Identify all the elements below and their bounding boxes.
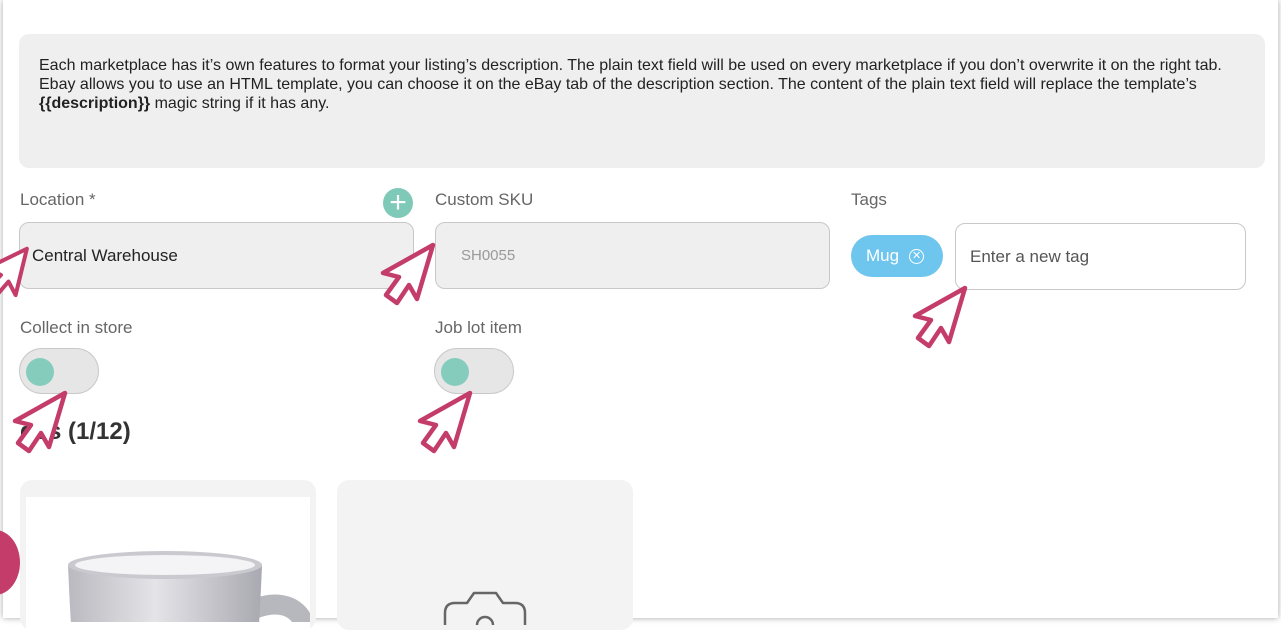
custom-sku-input[interactable]: SH0055: [435, 222, 830, 289]
location-value: Central Warehouse: [32, 245, 178, 265]
tag-chip-mug: Mug ✕: [851, 235, 943, 277]
camera-icon: [443, 591, 527, 625]
pointer-cursor-icon: [12, 390, 68, 454]
magic-string: {{description}}: [39, 95, 151, 112]
info-text-2-suffix: magic string if it has any.: [150, 95, 330, 112]
toggle-knob: [26, 358, 54, 386]
plus-icon: +: [389, 186, 407, 219]
image-card-mug[interactable]: [20, 480, 316, 637]
new-tag-input[interactable]: Enter a new tag: [955, 223, 1246, 290]
mug-icon: [68, 551, 315, 637]
add-location-button[interactable]: +: [383, 188, 413, 218]
tag-chip-label: Mug: [866, 246, 900, 265]
location-select[interactable]: Central Warehouse: [19, 222, 414, 289]
info-text-1: Each marketplace has it’s own features t…: [39, 57, 1222, 74]
job-lot-item-label: Job lot item: [435, 318, 522, 337]
custom-sku-label: Custom SKU: [435, 190, 534, 209]
description-info-box: Each marketplace has it’s own features t…: [19, 34, 1265, 168]
toggle-knob: [441, 358, 469, 386]
new-tag-placeholder: Enter a new tag: [970, 246, 1090, 266]
info-text-2-prefix: Ebay allows you to use an HTML template,…: [39, 76, 1197, 93]
pointer-cursor-icon: [912, 285, 968, 349]
custom-sku-placeholder: SH0055: [461, 247, 516, 264]
info-text-2: Ebay allows you to use an HTML template,…: [39, 75, 1245, 113]
mug-image: [26, 497, 315, 637]
pointer-cursor-icon: [0, 246, 29, 299]
pointer-cursor-icon: [417, 390, 473, 454]
location-label: Location *: [20, 190, 96, 209]
close-circle-icon[interactable]: ✕: [909, 248, 925, 264]
image-upload-card[interactable]: [337, 480, 633, 630]
tags-label: Tags: [851, 190, 887, 209]
collect-in-store-label: Collect in store: [20, 318, 133, 337]
pointer-cursor-icon: [380, 242, 436, 306]
